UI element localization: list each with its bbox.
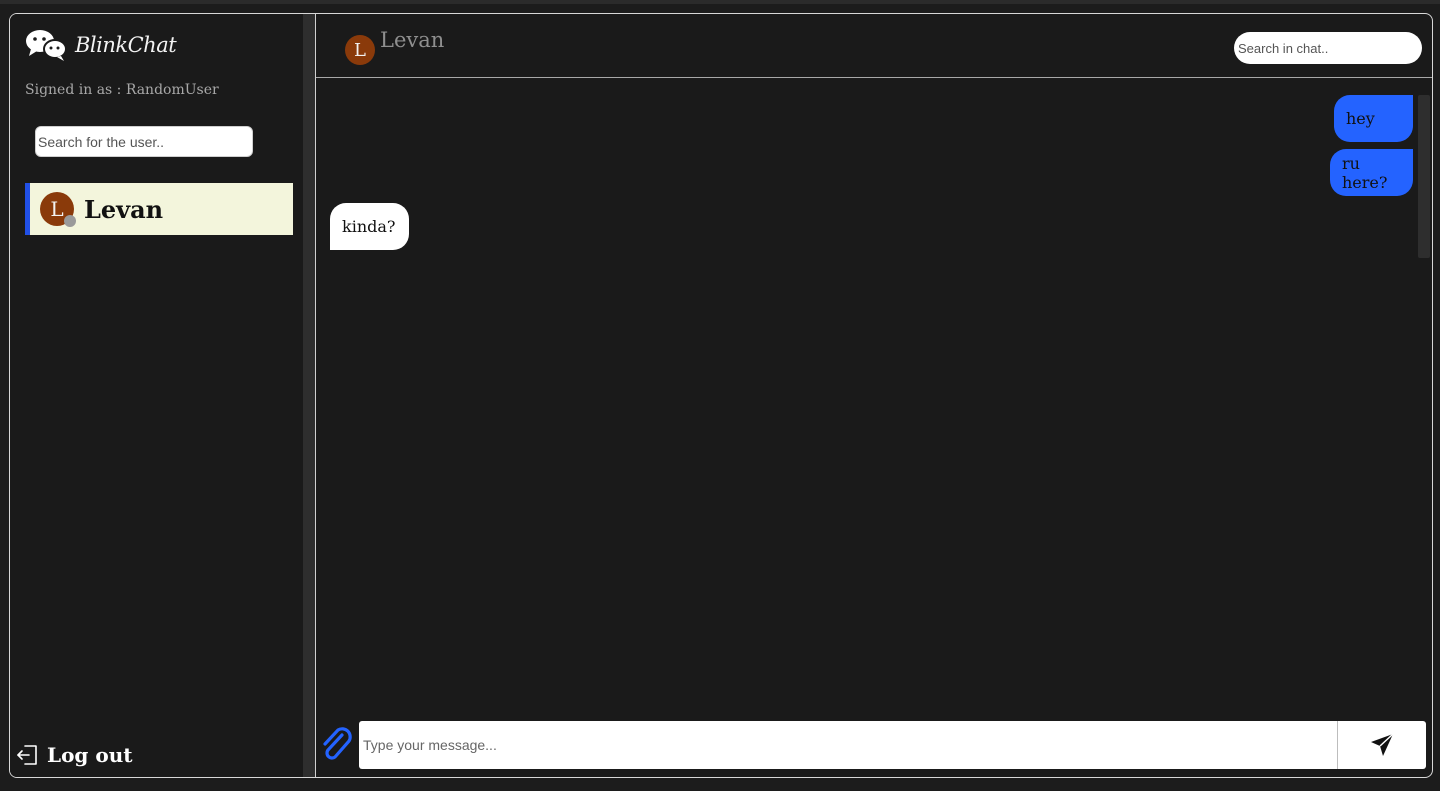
app-logo: BlinkChat — [25, 27, 177, 63]
logout-icon — [17, 745, 37, 765]
contact-item-levan[interactable]: L Levan — [25, 183, 293, 235]
paperclip-icon[interactable] — [320, 726, 354, 764]
avatar-initial: L — [354, 39, 366, 61]
app-frame: BlinkChat Signed in as : RandomUser L Le… — [9, 13, 1433, 778]
send-icon — [1371, 733, 1394, 756]
message-composer — [316, 721, 1432, 769]
chat-bubbles-icon — [26, 30, 67, 61]
user-search-input[interactable] — [35, 126, 253, 157]
message-scrollbar[interactable] — [1418, 95, 1430, 258]
chat-header-avatar: L — [345, 35, 375, 65]
logout-label: Log out — [47, 743, 133, 767]
avatar-initial: L — [50, 197, 64, 221]
send-button[interactable] — [1337, 721, 1426, 769]
window-top-bar — [0, 0, 1440, 4]
avatar: L — [40, 192, 76, 227]
message-list: hey ru here? kinda? — [316, 79, 1432, 719]
message-bubble-sent: ru here? — [1330, 149, 1413, 196]
chat-contact-name: Levan — [380, 28, 445, 52]
message-input[interactable] — [359, 721, 1337, 769]
sidebar-scrollbar[interactable] — [303, 14, 315, 777]
contact-name: Levan — [84, 194, 164, 224]
sidebar: BlinkChat Signed in as : RandomUser L Le… — [10, 14, 303, 777]
app-name: BlinkChat — [75, 33, 177, 57]
signed-in-label: Signed in as : RandomUser — [25, 82, 219, 98]
message-bubble-received: kinda? — [330, 203, 409, 250]
logout-button[interactable]: Log out — [15, 743, 132, 767]
message-bubble-sent: hey — [1334, 95, 1413, 142]
chat-search-input[interactable] — [1234, 32, 1422, 64]
status-indicator — [64, 215, 76, 227]
chat-header: L Levan — [316, 14, 1432, 78]
